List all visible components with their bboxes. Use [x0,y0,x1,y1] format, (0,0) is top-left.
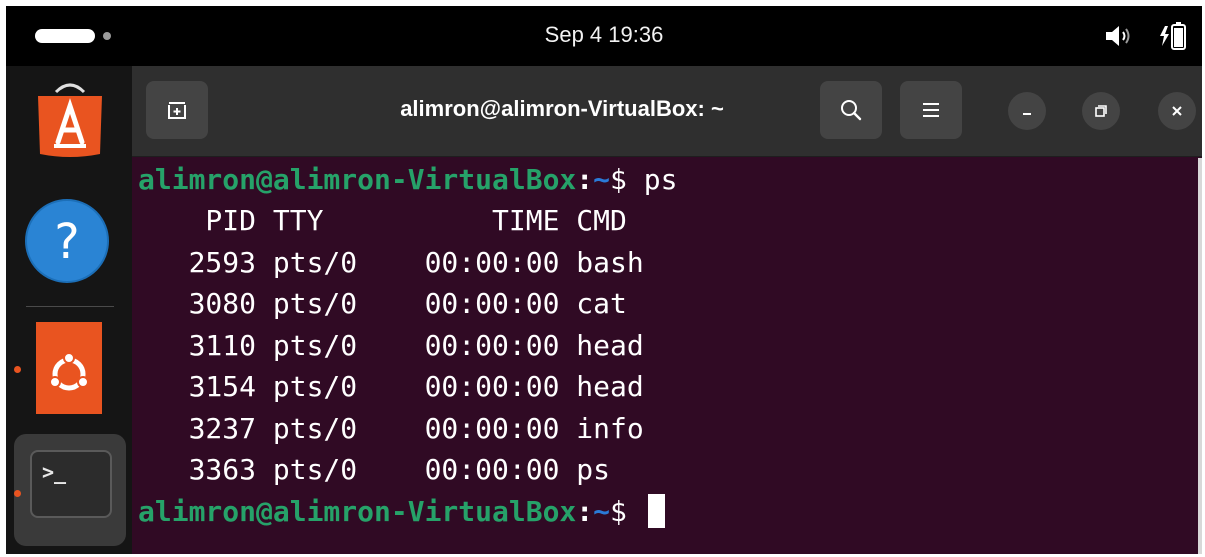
window-title: alimron@alimron-VirtualBox: ~ [400,96,724,121]
battery-charging-icon[interactable] [1158,20,1188,52]
help-icon[interactable]: ? [24,198,110,284]
hamburger-menu-icon [923,103,939,117]
search-icon [841,100,862,121]
new-tab-button[interactable] [146,81,208,139]
ps-row: 3363 pts/0 00:00:00 ps [138,453,611,486]
ps-row: 3154 pts/0 00:00:00 head [138,370,644,403]
prompt-colon: : [576,163,594,196]
prompt-dollar: $ [610,495,627,528]
minimize-icon [1023,113,1031,115]
terminal-output[interactable]: alimron@alimron-VirtualBox:~$ ps PID TTY… [132,158,1198,554]
header-bar: alimron@alimron-VirtualBox: ~ [132,66,1202,157]
text-cursor [647,494,665,528]
prompt-path: ~ [593,163,611,196]
prompt-dollar: $ [610,163,627,196]
ps-row: 3080 pts/0 00:00:00 cat [138,287,627,320]
desktop-screen: Sep 4 19:36 ? >_ alimron@alimron-Virtual… [6,6,1202,554]
running-indicator [14,366,21,373]
prompt-line: alimron@alimron-VirtualBox:~$ ps [138,160,677,200]
running-indicator [14,490,21,497]
appcenter-icon[interactable] [34,82,106,158]
prompt-user-host: alimron@alimron-VirtualBox [138,163,577,196]
dock-item-terminal[interactable]: >_ [14,434,126,546]
minimize-button[interactable] [1008,92,1046,130]
ps-row: 2593 pts/0 00:00:00 bash [138,246,644,279]
maximize-button[interactable] [1082,92,1120,130]
top-bar: Sep 4 19:36 [6,6,1202,66]
prompt-colon: : [576,495,594,528]
dock-separator [26,306,114,307]
clock[interactable]: Sep 4 19:36 [6,22,1202,48]
ps-header: PID TTY TIME CMD [138,204,627,237]
command-text: ps [643,163,678,196]
ps-row: 3110 pts/0 00:00:00 head [138,329,644,362]
close-icon [1172,106,1182,116]
close-button[interactable] [1158,92,1196,130]
terminal-window: alimron@alimron-VirtualBox: ~ alimron@al… [132,66,1202,554]
new-tab-icon [168,102,186,119]
ubuntu-logo-icon[interactable] [36,322,102,414]
prompt-line: alimron@alimron-VirtualBox:~$ [138,492,665,532]
ps-row: 3237 pts/0 00:00:00 info [138,412,644,445]
volume-icon[interactable] [1104,24,1132,48]
terminal-icon: >_ [30,450,112,518]
menu-button[interactable] [900,81,962,139]
scrollbar[interactable] [1198,158,1202,554]
prompt-user-host: alimron@alimron-VirtualBox [138,495,577,528]
restore-icon [1095,105,1107,117]
search-button[interactable] [820,81,882,139]
prompt-path: ~ [593,495,611,528]
svg-text:?: ? [54,214,79,270]
dock: ? >_ [6,66,132,554]
